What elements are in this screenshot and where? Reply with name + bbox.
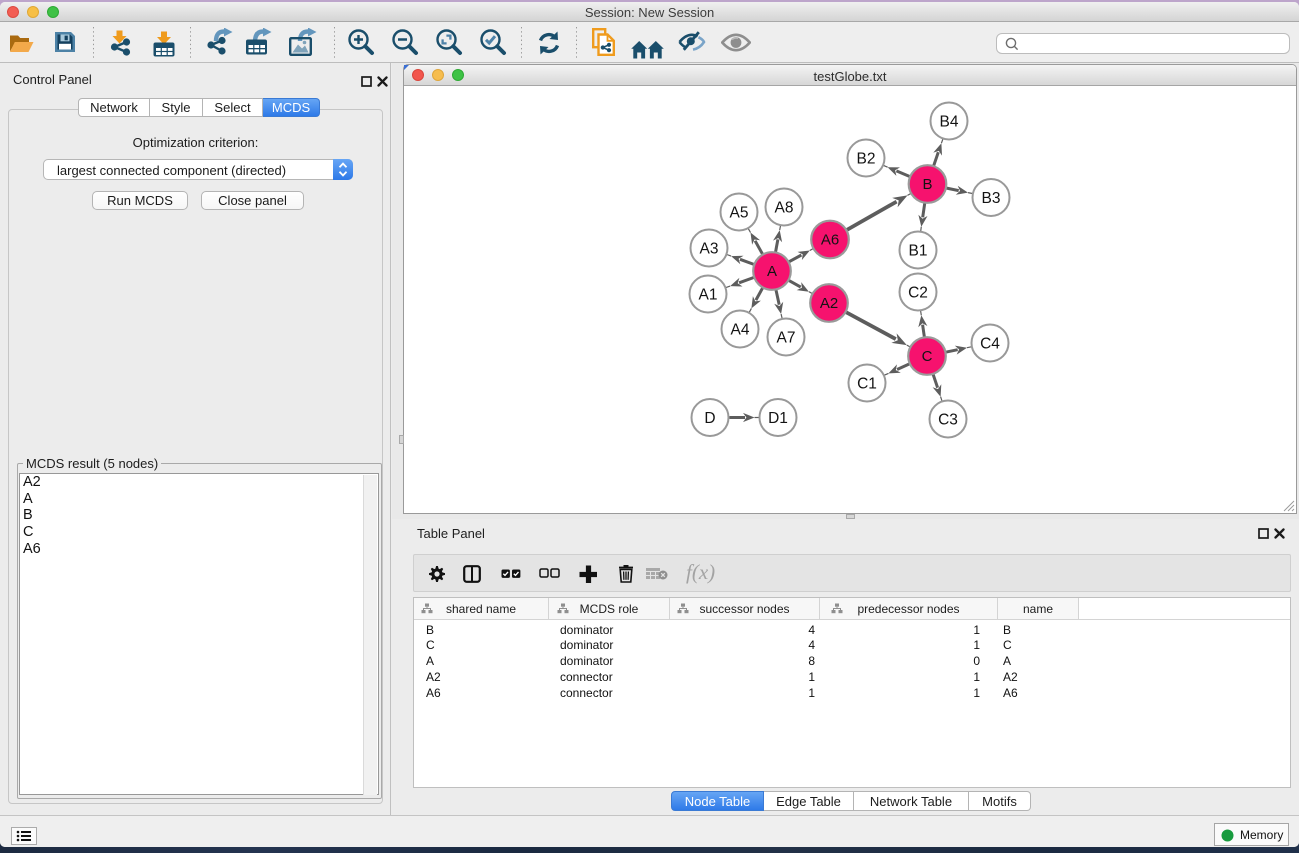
svg-text:A: A: [767, 263, 777, 280]
svg-text:C4: C4: [980, 335, 1000, 352]
svg-text:A3: A3: [700, 240, 719, 257]
svg-text:B2: B2: [857, 150, 876, 167]
svg-text:C2: C2: [908, 284, 928, 301]
svg-text:A2: A2: [820, 295, 838, 312]
svg-text:D: D: [704, 410, 715, 427]
svg-text:D1: D1: [768, 410, 788, 427]
svg-text:A5: A5: [730, 204, 749, 221]
svg-text:A4: A4: [731, 321, 750, 338]
svg-text:B1: B1: [909, 242, 928, 259]
svg-text:C3: C3: [938, 411, 958, 428]
svg-text:A1: A1: [699, 286, 718, 303]
svg-text:B: B: [922, 176, 932, 193]
svg-text:B3: B3: [982, 190, 1001, 207]
svg-text:A8: A8: [775, 199, 794, 216]
svg-text:C1: C1: [857, 375, 877, 392]
svg-text:B4: B4: [940, 113, 959, 130]
svg-text:A6: A6: [821, 232, 839, 249]
svg-text:A7: A7: [777, 329, 796, 346]
svg-text:C: C: [922, 348, 933, 365]
